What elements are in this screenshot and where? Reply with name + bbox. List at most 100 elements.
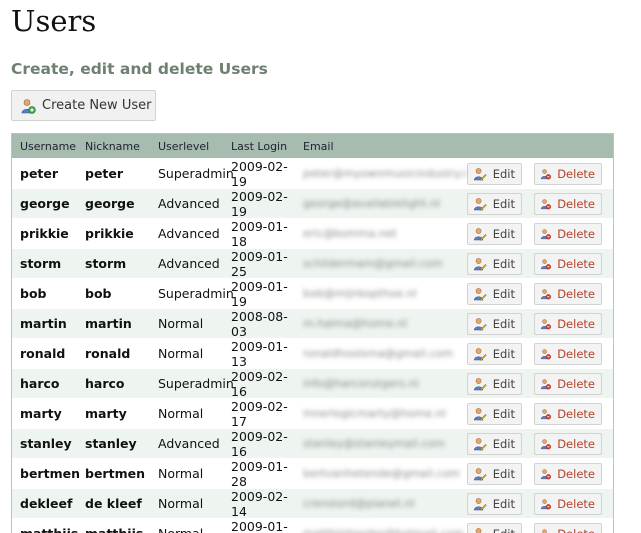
edit-user-icon (473, 497, 487, 511)
cell-email: bertvanhetende@gmail.com (303, 467, 467, 480)
edit-label: Edit (493, 407, 515, 421)
edit-button[interactable]: Edit (467, 403, 522, 425)
table-row: storm storm Advanced 2009-01-25 schilder… (12, 248, 613, 278)
header-userlevel[interactable]: Userlevel (158, 140, 231, 153)
edit-label: Edit (493, 227, 515, 241)
table-row: george george Advanced 2009-02-19 george… (12, 188, 613, 218)
cell-username: prikkie (12, 226, 85, 241)
table-row: ronald ronald Normal 2009-01-13 ronaldho… (12, 338, 613, 368)
cell-nickname: matthijs (85, 526, 158, 533)
delete-button[interactable]: Delete (534, 433, 602, 455)
header-username[interactable]: Username (12, 140, 85, 153)
delete-label: Delete (557, 437, 595, 451)
edit-user-icon (473, 167, 487, 181)
delete-button[interactable]: Delete (534, 373, 602, 395)
delete-button[interactable]: Delete (534, 193, 602, 215)
edit-user-icon (473, 227, 487, 241)
table-row: bertmen bertmen Normal 2009-01-28 bertva… (12, 458, 613, 488)
delete-button[interactable]: Delete (534, 313, 602, 335)
edit-user-icon (473, 257, 487, 271)
edit-label: Edit (493, 527, 515, 533)
cell-last-login: 2009-02-16 (231, 429, 303, 459)
delete-button[interactable]: Delete (534, 253, 602, 275)
header-nickname[interactable]: Nickname (85, 140, 158, 153)
header-last-login[interactable]: Last Login (231, 140, 303, 153)
cell-last-login: 2009-01-25 (231, 249, 303, 279)
edit-button[interactable]: Edit (467, 163, 522, 185)
delete-button[interactable]: Delete (534, 163, 602, 185)
cell-last-login: 2009-02-16 (231, 369, 303, 399)
cell-email: eric@komma.net (303, 227, 467, 240)
cell-username: martin (12, 316, 85, 331)
edit-button[interactable]: Edit (467, 523, 522, 533)
cell-last-login: 2009-02-14 (231, 489, 303, 519)
delete-label: Delete (557, 347, 595, 361)
cell-last-login: 2009-01-19 (231, 279, 303, 309)
delete-user-icon (540, 317, 551, 331)
edit-label: Edit (493, 317, 515, 331)
delete-user-icon (540, 197, 551, 211)
table-row: bob bob Superadmin 2009-01-19 bob@mijnko… (12, 278, 613, 308)
cell-username: storm (12, 256, 85, 271)
edit-button[interactable]: Edit (467, 373, 522, 395)
cell-nickname: george (85, 196, 158, 211)
create-new-user-button[interactable]: Create New User (11, 90, 156, 121)
delete-button[interactable]: Delete (534, 403, 602, 425)
cell-userlevel: Advanced (158, 196, 231, 211)
edit-user-icon (473, 377, 487, 391)
edit-button[interactable]: Edit (467, 253, 522, 275)
delete-button[interactable]: Delete (534, 343, 602, 365)
delete-label: Delete (557, 197, 595, 211)
delete-user-icon (540, 167, 551, 181)
delete-button[interactable]: Delete (534, 283, 602, 305)
delete-user-icon (540, 347, 551, 361)
edit-user-icon (473, 467, 487, 481)
edit-label: Edit (493, 257, 515, 271)
cell-userlevel: Normal (158, 406, 231, 421)
table-body: peter peter Superadmin 2009-02-19 peter@… (12, 158, 613, 533)
delete-button[interactable]: Delete (534, 493, 602, 515)
edit-button[interactable]: Edit (467, 433, 522, 455)
cell-email: stanley@stanleymail.com (303, 437, 467, 450)
cell-username: stanley (12, 436, 85, 451)
table-row: stanley stanley Advanced 2009-02-16 stan… (12, 428, 613, 458)
delete-button[interactable]: Delete (534, 523, 602, 533)
cell-last-login: 2009-01-13 (231, 339, 303, 369)
cell-nickname: peter (85, 166, 158, 181)
delete-user-icon (540, 527, 551, 533)
delete-label: Delete (557, 317, 595, 331)
cell-nickname: ronald (85, 346, 158, 361)
edit-label: Edit (493, 167, 515, 181)
edit-user-icon (473, 437, 487, 451)
create-new-user-label: Create New User (42, 98, 151, 113)
cell-username: dekleef (12, 496, 85, 511)
header-email[interactable]: Email (303, 140, 467, 153)
cell-nickname: bob (85, 286, 158, 301)
cell-email: info@harcorutgers.nl (303, 377, 467, 390)
delete-user-icon (540, 287, 551, 301)
cell-username: ronald (12, 346, 85, 361)
cell-userlevel: Normal (158, 466, 231, 481)
edit-button[interactable]: Edit (467, 193, 522, 215)
edit-user-icon (473, 347, 487, 361)
cell-username: george (12, 196, 85, 211)
cell-username: matthijs (12, 526, 85, 533)
delete-label: Delete (557, 257, 595, 271)
delete-user-icon (540, 437, 551, 451)
edit-button[interactable]: Edit (467, 313, 522, 335)
edit-button[interactable]: Edit (467, 283, 522, 305)
cell-email: peter@myownmusicindustry.nl (303, 167, 467, 180)
edit-button[interactable]: Edit (467, 343, 522, 365)
edit-button[interactable]: Edit (467, 463, 522, 485)
edit-button[interactable]: Edit (467, 223, 522, 245)
cell-username: bob (12, 286, 85, 301)
edit-label: Edit (493, 497, 515, 511)
edit-button[interactable]: Edit (467, 493, 522, 515)
delete-button[interactable]: Delete (534, 223, 602, 245)
cell-userlevel: Normal (158, 526, 231, 533)
cell-username: marty (12, 406, 85, 421)
cell-nickname: stanley (85, 436, 158, 451)
cell-nickname: de kleef (85, 496, 158, 511)
delete-button[interactable]: Delete (534, 463, 602, 485)
edit-label: Edit (493, 467, 515, 481)
